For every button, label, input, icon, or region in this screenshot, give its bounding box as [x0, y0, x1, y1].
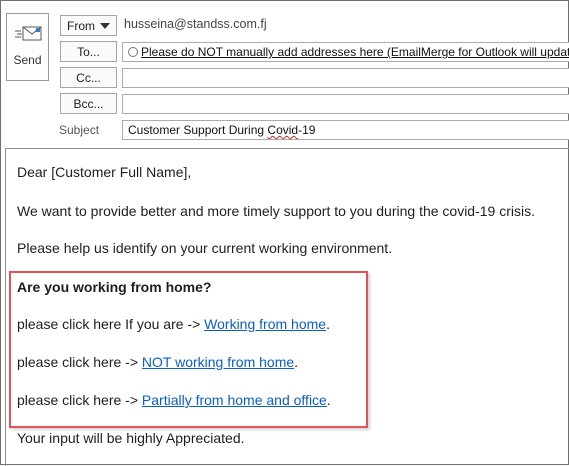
option2-text: please click here ->	[17, 354, 142, 370]
option1-text: please click here If you are ->	[17, 316, 205, 332]
request-paragraph: Please help us identify on your current …	[17, 240, 393, 256]
to-value: Please do NOT manually add addresses her…	[141, 45, 569, 59]
from-button[interactable]: From	[60, 15, 117, 36]
cc-button[interactable]: Cc...	[60, 67, 117, 88]
question-heading: Are you working from home?	[17, 279, 212, 295]
closing-text: Your input will be highly Appreciated.	[17, 430, 245, 446]
option-not-working-from-home: please click here -> NOT working from ho…	[17, 354, 298, 370]
working-from-home-link[interactable]: Working from home	[204, 316, 326, 332]
contact-radio-icon	[128, 47, 138, 57]
option2-period: .	[294, 354, 299, 370]
compose-window: Send From husseina@standss.com.fj To... …	[0, 0, 569, 466]
subject-misspelled-word: Covid	[267, 123, 299, 137]
subject-value: Customer Support During Covid-19	[128, 123, 315, 137]
option-partially-from-home: please click here -> Partially from home…	[17, 392, 331, 408]
option3-text: please click here ->	[17, 392, 142, 408]
to-field[interactable]: Please do NOT manually add addresses her…	[122, 42, 569, 62]
to-button[interactable]: To...	[60, 41, 117, 62]
cc-field[interactable]	[122, 68, 569, 88]
send-button[interactable]: Send	[6, 13, 49, 81]
bcc-field[interactable]	[122, 94, 569, 114]
subject-label: Subject	[59, 123, 100, 137]
option1-period: .	[326, 316, 330, 332]
send-envelope-icon	[13, 24, 43, 46]
cc-label: Cc...	[76, 70, 101, 85]
not-working-from-home-link[interactable]: NOT working from home	[142, 354, 294, 370]
to-label: To...	[77, 44, 100, 59]
bcc-button[interactable]: Bcc...	[60, 93, 117, 114]
option3-period: .	[326, 392, 331, 408]
chevron-down-icon	[100, 22, 110, 29]
from-label: From	[67, 18, 95, 33]
subject-text-end: -19	[298, 123, 316, 137]
send-label: Send	[13, 53, 42, 67]
partially-from-home-link[interactable]: Partially from home and office	[142, 392, 327, 408]
greeting-text: Dear [Customer Full Name],	[17, 164, 192, 180]
option-working-from-home: please click here If you are -> Working …	[17, 316, 330, 332]
intro-paragraph: We want to provide better and more timel…	[17, 203, 535, 219]
from-address: husseina@standss.com.fj	[124, 17, 267, 31]
bcc-label: Bcc...	[73, 96, 104, 111]
subject-text-start: Customer Support During	[128, 123, 268, 137]
subject-field[interactable]: Customer Support During Covid-19	[122, 120, 569, 140]
